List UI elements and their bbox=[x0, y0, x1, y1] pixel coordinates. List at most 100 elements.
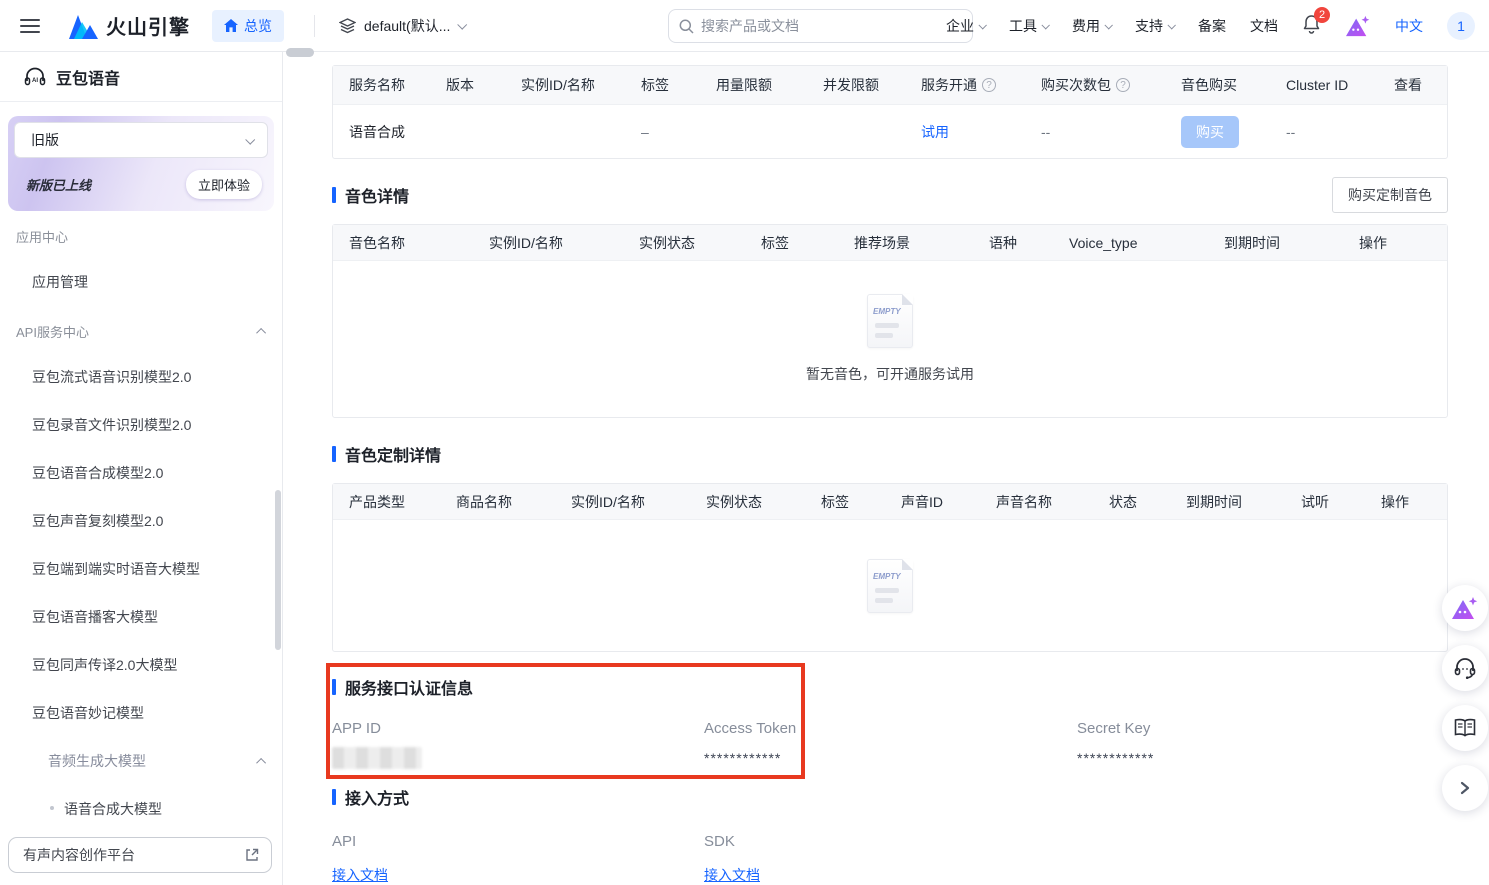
nav-menu-enterprise[interactable]: 企业 bbox=[946, 16, 985, 36]
chevron-up-icon bbox=[256, 328, 266, 338]
sidebar-item-model[interactable]: 豆包语音合成模型2.0 bbox=[0, 449, 282, 497]
avatar[interactable]: 1 bbox=[1447, 12, 1475, 40]
custom-voice-table: 产品类型 商品名称 实例ID/名称 实例状态 标签 声音ID 声音名称 状态 到… bbox=[332, 483, 1448, 652]
service-name-cell: 语音合成 bbox=[333, 122, 430, 142]
version-select[interactable]: 旧版 bbox=[14, 122, 268, 158]
sidebar-item-model[interactable]: 豆包端到端实时语音大模型 bbox=[0, 545, 282, 593]
voice-headset-icon: AI bbox=[24, 67, 46, 87]
nav-menu-tools[interactable]: 工具 bbox=[1009, 16, 1048, 36]
trial-link[interactable]: 试用 bbox=[921, 124, 949, 140]
voice-table-header: 音色名称 实例ID/名称 实例状态 标签 推荐场景 语种 Voice_type … bbox=[333, 225, 1447, 260]
col-voice-name: 音色名称 bbox=[333, 233, 473, 253]
app-id-redacted-value bbox=[332, 747, 422, 769]
col-cluster-id: Cluster ID bbox=[1270, 77, 1378, 93]
access-token-label: Access Token bbox=[704, 720, 1077, 737]
notification-count-badge: 2 bbox=[1314, 7, 1330, 23]
tag-cell: – bbox=[625, 124, 700, 140]
col-service-name: 服务名称 bbox=[333, 75, 430, 95]
col-language: 语种 bbox=[973, 233, 1053, 253]
empty-text: 暂无音色，可开通服务试用 bbox=[806, 364, 974, 384]
scrollbar-thumb[interactable] bbox=[286, 48, 314, 57]
help-icon[interactable]: ? bbox=[1116, 78, 1130, 92]
col-instance-id: 实例ID/名称 bbox=[555, 492, 690, 512]
try-now-button[interactable]: 立即体验 bbox=[186, 170, 262, 199]
col-voice-name: 声音名称 bbox=[980, 492, 1093, 512]
divider bbox=[314, 15, 315, 37]
secret-key-label: Secret Key bbox=[1077, 720, 1448, 737]
help-icon[interactable]: ? bbox=[982, 78, 996, 92]
col-instance-status: 实例状态 bbox=[690, 492, 805, 512]
nav-menu-docs[interactable]: 文档 bbox=[1250, 16, 1278, 36]
search-icon bbox=[679, 19, 694, 34]
cluster-id-cell: -- bbox=[1270, 124, 1378, 140]
sidebar-item-model[interactable]: 豆包语音妙记模型 bbox=[0, 689, 282, 737]
sidebar-item-tts-large-model[interactable]: 语音合成大模型 bbox=[0, 785, 282, 833]
sdk-access: SDK 接入文档 bbox=[704, 833, 1448, 885]
sidebar-item-model[interactable]: 豆包流式语音识别模型2.0 bbox=[0, 353, 282, 401]
brand-name: 火山引擎 bbox=[106, 11, 190, 40]
top-navbar: 火山引擎 总览 default(默认... 企业 工具 费用 支持 bbox=[0, 0, 1489, 52]
col-purchase-pack: 购买次数包 ? bbox=[1025, 75, 1165, 95]
ai-assistant-button[interactable] bbox=[1442, 585, 1488, 631]
col-actions: 操作 bbox=[1343, 233, 1447, 253]
documentation-button[interactable] bbox=[1442, 705, 1488, 751]
open-book-icon bbox=[1453, 718, 1477, 738]
col-status: 状态 bbox=[1093, 492, 1170, 512]
sidebar-group-audio-generation[interactable]: 音频生成大模型 bbox=[0, 737, 282, 785]
sidebar-section-app-center: 应用中心 bbox=[0, 211, 282, 258]
sidebar-item-model[interactable]: 豆包声音复刻模型2.0 bbox=[0, 497, 282, 545]
brand-logo[interactable]: 火山引擎 bbox=[68, 11, 190, 40]
project-selector[interactable]: default(默认... bbox=[339, 16, 465, 36]
service-table-row: 语音合成 – 试用 -- 购买 -- bbox=[333, 104, 1447, 158]
global-search[interactable] bbox=[668, 9, 973, 43]
customer-service-button[interactable] bbox=[1442, 645, 1488, 691]
sidebar-item-app-management[interactable]: 应用管理 bbox=[0, 258, 282, 306]
col-actions: 操作 bbox=[1365, 492, 1447, 512]
sdk-doc-link[interactable]: 接入文档 bbox=[704, 865, 760, 885]
main-content: 服务名称 版本 实例ID/名称 标签 用量限额 并发限额 服务开通 ? 购买次数… bbox=[283, 52, 1489, 885]
notification-bell[interactable]: 2 bbox=[1302, 14, 1321, 39]
search-input[interactable] bbox=[701, 18, 941, 34]
sidebar-product-title: AI 豆包语音 bbox=[0, 52, 282, 102]
buy-button[interactable]: 购买 bbox=[1181, 116, 1239, 148]
sidebar-group-asr[interactable]: 语音识别大模型 bbox=[0, 881, 282, 885]
chevron-right-icon bbox=[1459, 781, 1471, 795]
sidebar-item-model[interactable]: 豆包语音播客大模型 bbox=[0, 593, 282, 641]
svg-text:AI: AI bbox=[32, 78, 38, 84]
sdk-label: SDK bbox=[704, 833, 1448, 850]
layers-icon bbox=[339, 18, 356, 34]
api-doc-link[interactable]: 接入文档 bbox=[332, 865, 388, 885]
col-concurrency-quota: 并发限额 bbox=[807, 75, 905, 95]
new-version-text: 新版已上线 bbox=[26, 175, 91, 194]
app-id-field: APP ID bbox=[332, 720, 704, 769]
col-product-type: 产品类型 bbox=[333, 492, 440, 512]
chevron-down-icon bbox=[245, 134, 255, 144]
col-expire-time: 到期时间 bbox=[1208, 233, 1343, 253]
sidebar-item-model[interactable]: 豆包录音文件识别模型2.0 bbox=[0, 401, 282, 449]
col-instance-status: 实例状态 bbox=[623, 233, 745, 253]
col-view: 查看 bbox=[1378, 75, 1447, 95]
nav-menu-billing[interactable]: 费用 bbox=[1072, 16, 1111, 36]
nav-menu-beian[interactable]: 备案 bbox=[1198, 16, 1226, 36]
version-banner: 旧版 新版已上线 立即体验 bbox=[8, 116, 274, 211]
buy-custom-voice-button[interactable]: 购买定制音色 bbox=[1332, 177, 1448, 213]
secret-key-masked-value: ************ bbox=[1077, 750, 1448, 766]
language-switch[interactable]: 中文 bbox=[1395, 16, 1423, 36]
nav-menu-support[interactable]: 支持 bbox=[1135, 16, 1174, 36]
col-usage-quota: 用量限额 bbox=[700, 75, 807, 95]
sidebar-scrollbar-thumb[interactable] bbox=[275, 490, 281, 650]
col-product-name: 商品名称 bbox=[440, 492, 555, 512]
sidebar-item-model[interactable]: 豆包同声传译2.0大模型 bbox=[0, 641, 282, 689]
hamburger-menu-icon[interactable] bbox=[20, 19, 40, 33]
collapse-panel-button[interactable] bbox=[1442, 765, 1488, 811]
external-link-icon bbox=[245, 848, 259, 862]
overview-badge[interactable]: 总览 bbox=[212, 10, 284, 42]
access-token-field: Access Token ************ bbox=[704, 720, 1077, 769]
service-table: 服务名称 版本 实例ID/名称 标签 用量限额 并发限额 服务开通 ? 购买次数… bbox=[332, 65, 1448, 159]
sidebar-section-api-center[interactable]: API服务中心 bbox=[0, 306, 282, 353]
ai-assistant-icon[interactable] bbox=[1345, 14, 1371, 38]
custom-voice-table-header: 产品类型 商品名称 实例ID/名称 实例状态 标签 声音ID 声音名称 状态 到… bbox=[333, 484, 1447, 519]
chevron-down-icon bbox=[1167, 21, 1175, 29]
access-method-title: 接入方式 bbox=[332, 785, 409, 809]
audio-creation-platform-link[interactable]: 有声内容创作平台 bbox=[8, 837, 272, 873]
